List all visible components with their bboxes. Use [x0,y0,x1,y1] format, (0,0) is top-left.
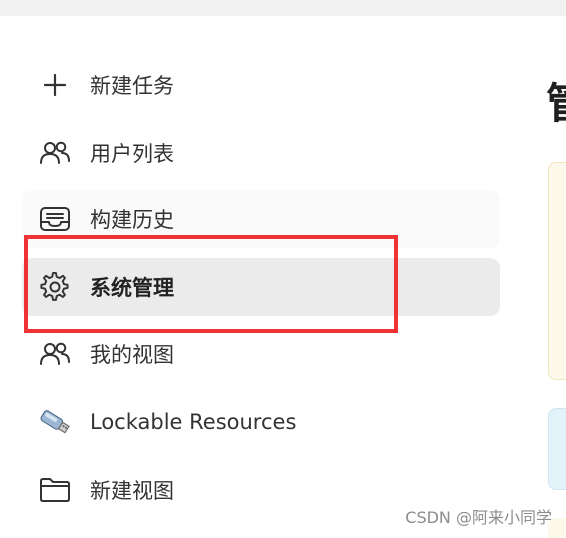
sidebar-item-build-history[interactable]: 构建历史 [22,190,500,248]
sidebar-item-my-views[interactable]: 我的视图 [22,325,500,383]
sidebar-item-label: 系统管理 [90,276,174,300]
top-bar [0,0,566,16]
sidebar-item-lockable-resources[interactable]: Lockable Resources [22,393,500,451]
folder-icon [38,473,72,507]
inbox-tray-icon [38,202,72,236]
sidebar-item-label: 构建历史 [90,208,174,232]
users-icon [38,136,72,170]
sidebar-item-new-task[interactable]: 新建任务 [22,56,500,114]
usb-drive-icon [38,405,72,439]
info-card-warning [548,162,566,380]
sidebar-item-system-management[interactable]: 系统管理 [22,258,500,316]
page-title: 管 [546,70,566,131]
sidebar-item-label: Lockable Resources [90,410,297,434]
users-icon [38,337,72,371]
watermark: CSDN @阿来小同学 [405,508,552,527]
page: 新建任务 用户列表 构建历史 系统管理 我的视图 Lockable Resour… [0,0,566,538]
plus-icon [38,68,72,102]
info-card-info [548,408,566,490]
sidebar-item-label: 新建任务 [90,74,174,98]
sidebar-item-label: 新建视图 [90,479,174,503]
gear-icon [38,270,72,304]
sidebar-item-users[interactable]: 用户列表 [22,124,500,182]
sidebar-item-label: 用户列表 [90,142,174,166]
sidebar-item-label: 我的视图 [90,343,174,367]
